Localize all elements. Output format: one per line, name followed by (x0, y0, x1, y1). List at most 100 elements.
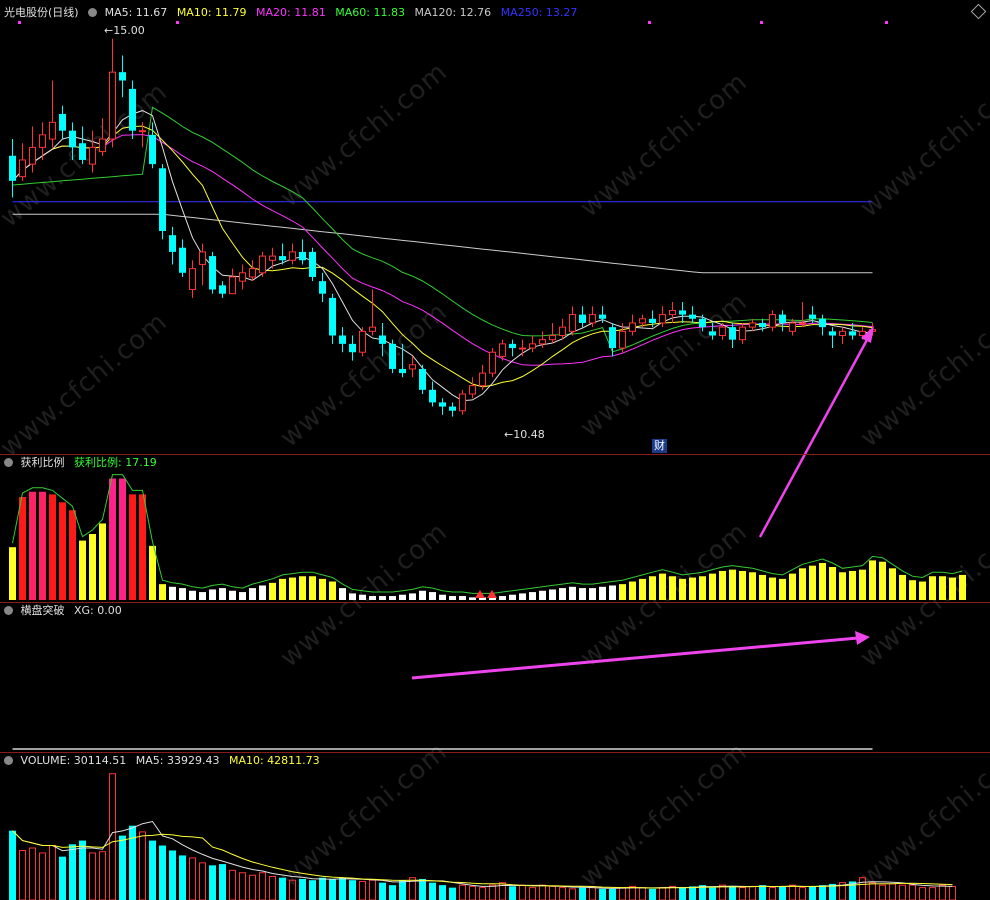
ratio-bar (89, 534, 96, 600)
ratio-bar (599, 586, 606, 600)
candle-body-up (469, 385, 476, 395)
volume-bar-up (529, 887, 536, 900)
volume-bar-up (949, 885, 956, 900)
ratio-bar (669, 576, 676, 600)
volume-bar-up (659, 887, 666, 900)
volume-bar-down (9, 830, 16, 900)
xg-name: 横盘突破 (20, 604, 65, 617)
candle-body-down (159, 168, 166, 231)
volume-bar-down (279, 877, 286, 900)
ratio-bar (739, 570, 746, 600)
candle-body-down (439, 402, 446, 407)
ratio-bar (449, 596, 456, 600)
volume-bar-up (879, 884, 886, 900)
candle-body-down (759, 322, 766, 328)
ratio-bar (199, 592, 206, 600)
volume-bar-up (289, 879, 296, 900)
ma120-line (12, 213, 873, 274)
candle-body-down (9, 155, 16, 181)
signal-marker (18, 21, 21, 24)
volume-bar-down (59, 856, 66, 900)
volume-bar-up (539, 884, 546, 900)
finance-badge[interactable]: 财 (652, 439, 667, 453)
candle-body-down (129, 88, 136, 131)
volume-bar-up (749, 885, 756, 900)
ma60-line (12, 106, 873, 353)
candle-body-up (49, 121, 56, 140)
candle-body-down (319, 281, 326, 294)
volume-bar-up (669, 885, 676, 900)
ratio-bar (359, 594, 366, 600)
volume-bar-down (299, 878, 306, 900)
ratio-bar (889, 568, 896, 600)
candle-body-down (309, 251, 316, 277)
candle-body-up (569, 314, 576, 332)
volume-bar-up (789, 884, 796, 900)
volume-bar-up (799, 887, 806, 900)
candle-body-down (679, 310, 686, 315)
settings-dot-icon[interactable] (4, 458, 13, 467)
volume-bar-down (379, 882, 386, 900)
candle-body-up (519, 347, 526, 350)
candle-body-up (719, 326, 726, 337)
ratio-bar (49, 494, 56, 600)
breakout-arrow-head (855, 631, 870, 645)
ratio-bar (309, 576, 316, 600)
settings-dot-icon[interactable] (4, 756, 13, 765)
candle-body-up (259, 255, 266, 274)
candle-body-up (789, 322, 796, 332)
candle-body-down (79, 143, 86, 160)
ratio-bar (759, 574, 766, 600)
ratio-bar (409, 593, 416, 600)
ratio-bar (919, 581, 926, 600)
ratio-bar (659, 573, 666, 600)
volume-bar-down (149, 840, 156, 900)
candle-body-up (89, 146, 96, 165)
vol-ma5: MA5: 33929.43 (135, 754, 220, 767)
candle-body-up (239, 272, 246, 282)
settings-dot-icon[interactable] (4, 606, 13, 615)
candle-body-down (819, 318, 826, 328)
ma120-label: MA120: 12.76 (414, 6, 492, 19)
volume-bar-down (339, 877, 346, 900)
ma5-line (12, 110, 873, 402)
ratio-bar (749, 572, 756, 600)
volume-bar-up (619, 887, 626, 900)
settings-dot-icon[interactable] (88, 8, 98, 17)
candle-body-up (559, 326, 566, 337)
volume-bar-up (929, 887, 936, 900)
candle-body-down (69, 130, 76, 148)
ma60-label: MA60: 11.83 (335, 6, 405, 19)
candle-body-up (669, 309, 676, 316)
ratio-value: 获利比例: 17.19 (74, 456, 157, 469)
volume-bar-up (19, 849, 26, 900)
candle-body-up (799, 322, 806, 325)
volume-bar-up (49, 845, 56, 900)
ratio-bar (239, 592, 246, 600)
candle-body-up (269, 255, 276, 261)
candle-body-down (179, 247, 186, 273)
ratio-bar (9, 547, 16, 600)
candle-body-down (399, 368, 406, 374)
volume-bar-down (79, 840, 86, 900)
volume-bar-down (649, 888, 656, 900)
ratio-bar (399, 594, 406, 600)
volume-bar-up (519, 884, 526, 900)
ratio-bar (509, 594, 516, 600)
candle-body-up (459, 393, 466, 412)
ratio-bar (169, 586, 176, 600)
volume-bar-down (449, 887, 456, 900)
ratio-name: 获利比例 (20, 456, 65, 469)
ratio-bar (329, 581, 336, 600)
ratio-bar (709, 573, 716, 600)
volume-bar-up (259, 872, 266, 900)
volume-bar-up (899, 884, 906, 900)
ratio-bar (629, 581, 636, 600)
volume-bar-down (779, 886, 786, 900)
ratio-bar (299, 576, 306, 600)
ratio-bar (319, 578, 326, 600)
ratio-bar (439, 594, 446, 600)
candle-body-up (629, 322, 636, 332)
ratio-bar (59, 502, 66, 600)
red-up-arrow (475, 590, 485, 598)
